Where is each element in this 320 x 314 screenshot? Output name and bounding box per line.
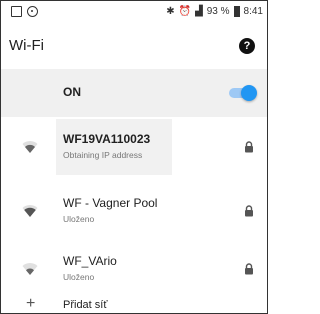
- wifi-signal-medium-icon: [22, 263, 38, 275]
- wifi-toggle-switch[interactable]: [227, 85, 257, 101]
- page-title: Wi-Fi: [9, 37, 44, 54]
- toggle-knob: [241, 85, 257, 101]
- app-bar: Wi-Fi ?: [1, 25, 267, 69]
- wifi-toggle-label: ON: [63, 85, 81, 99]
- network-status: Uloženo: [63, 214, 95, 224]
- help-icon[interactable]: ?: [239, 38, 255, 54]
- plus-icon: +: [26, 295, 36, 312]
- status-bar: ✱ ⏰ ▟ 93 % 8:41: [1, 1, 267, 25]
- network-status: Obtaining IP address: [63, 150, 143, 160]
- selection-highlight: [56, 119, 172, 175]
- bluetooth-icon: ✱: [166, 6, 175, 17]
- add-network-row[interactable]: + Přidat síť: [1, 295, 267, 313]
- battery-icon: [233, 6, 240, 17]
- wifi-toggle-row[interactable]: ON: [1, 69, 267, 117]
- network-status: Uloženo: [63, 272, 95, 282]
- network-name: WF19VA110023: [63, 132, 151, 146]
- add-network-label: Přidat síť: [63, 299, 108, 311]
- lock-icon: [245, 205, 253, 217]
- wifi-signal-strong-icon: [22, 205, 38, 217]
- lock-icon: [245, 263, 253, 275]
- wifi-signal-strong-icon: [22, 141, 38, 153]
- clock: 8:41: [243, 6, 263, 17]
- network-item[interactable]: WF - Vagner Pool Uloženo: [1, 181, 267, 239]
- network-name: WF_VArio: [63, 254, 117, 268]
- network-item[interactable]: WF_VArio Uloženo: [1, 239, 267, 297]
- image-notification-icon: [11, 6, 22, 17]
- wifi-settings-screen: ✱ ⏰ ▟ 93 % 8:41 Wi-Fi ? ON WF19VA110023 …: [0, 0, 268, 314]
- signal-icon: ▟: [195, 6, 203, 17]
- network-item[interactable]: WF19VA110023 Obtaining IP address: [1, 117, 267, 175]
- battery-percent: 93 %: [206, 6, 230, 17]
- alarm-icon: ⏰: [178, 6, 192, 17]
- lock-icon: [245, 141, 253, 153]
- camera-notification-icon: [27, 6, 38, 17]
- network-name: WF - Vagner Pool: [63, 196, 158, 210]
